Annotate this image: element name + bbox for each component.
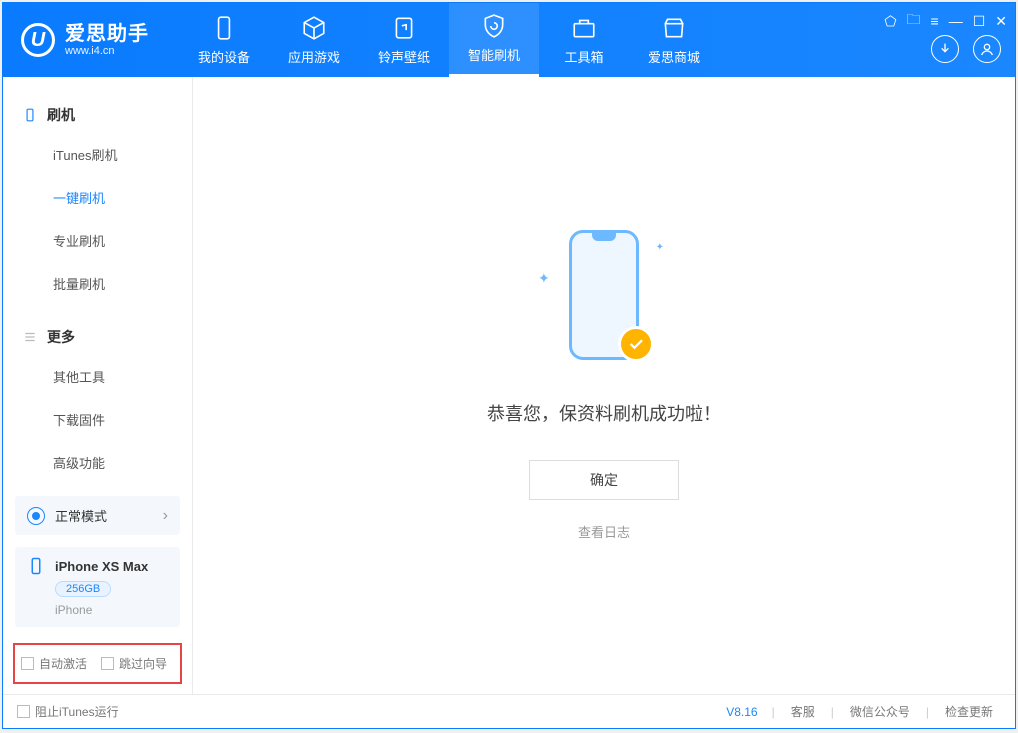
chevron-right-icon: › — [163, 507, 168, 525]
checkbox-block-itunes[interactable]: 阻止iTunes运行 — [17, 703, 119, 720]
sidebar: 刷机 iTunes刷机 一键刷机 专业刷机 批量刷机 更多 其他工具 下载固件 … — [3, 77, 193, 694]
footer: 阻止iTunes运行 V8.16 | 客服 | 微信公众号 | 检查更新 — [3, 694, 1015, 728]
briefcase-icon — [571, 15, 597, 41]
app-title: 爱思助手 — [65, 23, 149, 45]
tab-ringtones[interactable]: 铃声壁纸 — [359, 3, 449, 77]
nav-pro-flash[interactable]: 专业刷机 — [3, 219, 192, 262]
minimize-button[interactable]: — — [949, 13, 963, 29]
support-link[interactable]: 客服 — [783, 703, 823, 720]
device-type: iPhone — [55, 603, 168, 617]
mode-card[interactable]: 正常模式 › — [15, 496, 180, 535]
nav-other-tools[interactable]: 其他工具 — [3, 355, 192, 398]
nav-header-label: 更多 — [47, 327, 75, 347]
body: 刷机 iTunes刷机 一键刷机 专业刷机 批量刷机 更多 其他工具 下载固件 … — [3, 77, 1015, 694]
device-icon — [27, 557, 45, 575]
device-card[interactable]: iPhone XS Max 256GB iPhone — [15, 547, 180, 627]
sparkle-icon: ✦ — [538, 270, 550, 287]
mode-label: 正常模式 — [55, 506, 107, 525]
view-log-link[interactable]: 查看日志 — [578, 522, 630, 541]
checkbox-icon — [17, 705, 30, 718]
window-controls-bottom — [931, 35, 1001, 63]
app-window: U 爱思助手 www.i4.cn 我的设备 应用游戏 铃声壁纸 智能刷机 — [2, 2, 1016, 729]
tab-apps[interactable]: 应用游戏 — [269, 3, 359, 77]
main-tabs: 我的设备 应用游戏 铃声壁纸 智能刷机 工具箱 爱思商城 — [179, 3, 719, 77]
options-box: 自动激活 跳过向导 — [13, 643, 182, 684]
maximize-button[interactable]: ☐ — [973, 13, 986, 30]
sparkle-icon: ✦ — [656, 242, 664, 253]
tshirt-icon[interactable]: ⬠ — [884, 13, 896, 30]
nav-header-flash: 刷机 — [3, 97, 192, 133]
divider: | — [772, 705, 775, 719]
user-button[interactable] — [973, 35, 1001, 63]
update-link[interactable]: 检查更新 — [937, 703, 1001, 720]
app-subtitle: www.i4.cn — [65, 45, 149, 57]
checkbox-icon — [101, 657, 114, 670]
tab-label: 工具箱 — [564, 47, 603, 66]
divider: | — [926, 705, 929, 719]
check-badge-icon — [618, 326, 654, 362]
checkbox-icon — [21, 657, 34, 670]
main-content: ✦ ✦ 恭喜您，保资料刷机成功啦！ 确定 查看日志 — [193, 77, 1015, 694]
lock-icon[interactable]: 🗀 — [907, 9, 921, 33]
logo-icon: U — [21, 23, 55, 57]
tab-label: 铃声壁纸 — [378, 47, 430, 66]
checkbox-auto-activate[interactable]: 自动激活 — [21, 655, 87, 672]
tab-label: 智能刷机 — [468, 45, 520, 64]
checkbox-label: 阻止iTunes运行 — [35, 703, 119, 720]
nav-header-more: 更多 — [3, 319, 192, 355]
nav: 刷机 iTunes刷机 一键刷机 专业刷机 批量刷机 更多 其他工具 下载固件 … — [3, 77, 192, 484]
tab-flash[interactable]: 智能刷机 — [449, 3, 539, 77]
nav-download-fw[interactable]: 下载固件 — [3, 398, 192, 441]
tab-label: 我的设备 — [198, 47, 250, 66]
success-message: 恭喜您，保资料刷机成功啦！ — [487, 400, 721, 426]
logo: U 爱思助手 www.i4.cn — [3, 23, 179, 57]
store-icon — [661, 15, 687, 41]
nav-header-label: 刷机 — [47, 105, 75, 125]
success-illustration: ✦ ✦ — [554, 230, 654, 370]
tab-label: 爱思商城 — [648, 47, 700, 66]
divider: | — [831, 705, 834, 719]
phone-icon — [211, 15, 237, 41]
storage-badge: 256GB — [55, 581, 111, 597]
wechat-link[interactable]: 微信公众号 — [842, 703, 918, 720]
device-name: iPhone XS Max — [55, 559, 148, 574]
titlebar: U 爱思助手 www.i4.cn 我的设备 应用游戏 铃声壁纸 智能刷机 — [3, 3, 1015, 77]
menu-icon[interactable]: ≡ — [931, 13, 939, 29]
cube-icon — [301, 15, 327, 41]
music-icon — [391, 15, 417, 41]
menu-small-icon — [23, 330, 37, 344]
checkbox-label: 自动激活 — [39, 655, 87, 672]
checkbox-skip-guide[interactable]: 跳过向导 — [101, 655, 167, 672]
phone-small-icon — [23, 108, 37, 122]
download-button[interactable] — [931, 35, 959, 63]
nav-batch-flash[interactable]: 批量刷机 — [3, 262, 192, 305]
status-dot-icon — [27, 507, 45, 525]
tab-device[interactable]: 我的设备 — [179, 3, 269, 77]
ok-button[interactable]: 确定 — [529, 460, 679, 500]
version-label: V8.16 — [726, 705, 757, 719]
tab-toolbox[interactable]: 工具箱 — [539, 3, 629, 77]
nav-advanced[interactable]: 高级功能 — [3, 441, 192, 484]
tab-label: 应用游戏 — [288, 47, 340, 66]
close-button[interactable]: ✕ — [995, 13, 1007, 30]
nav-itunes-flash[interactable]: iTunes刷机 — [3, 133, 192, 176]
checkbox-label: 跳过向导 — [119, 655, 167, 672]
window-controls-top: ⬠ 🗀 ≡ — ☐ ✕ — [884, 9, 1007, 33]
tab-store[interactable]: 爱思商城 — [629, 3, 719, 77]
nav-one-click[interactable]: 一键刷机 — [3, 176, 192, 219]
shield-refresh-icon — [481, 13, 507, 39]
